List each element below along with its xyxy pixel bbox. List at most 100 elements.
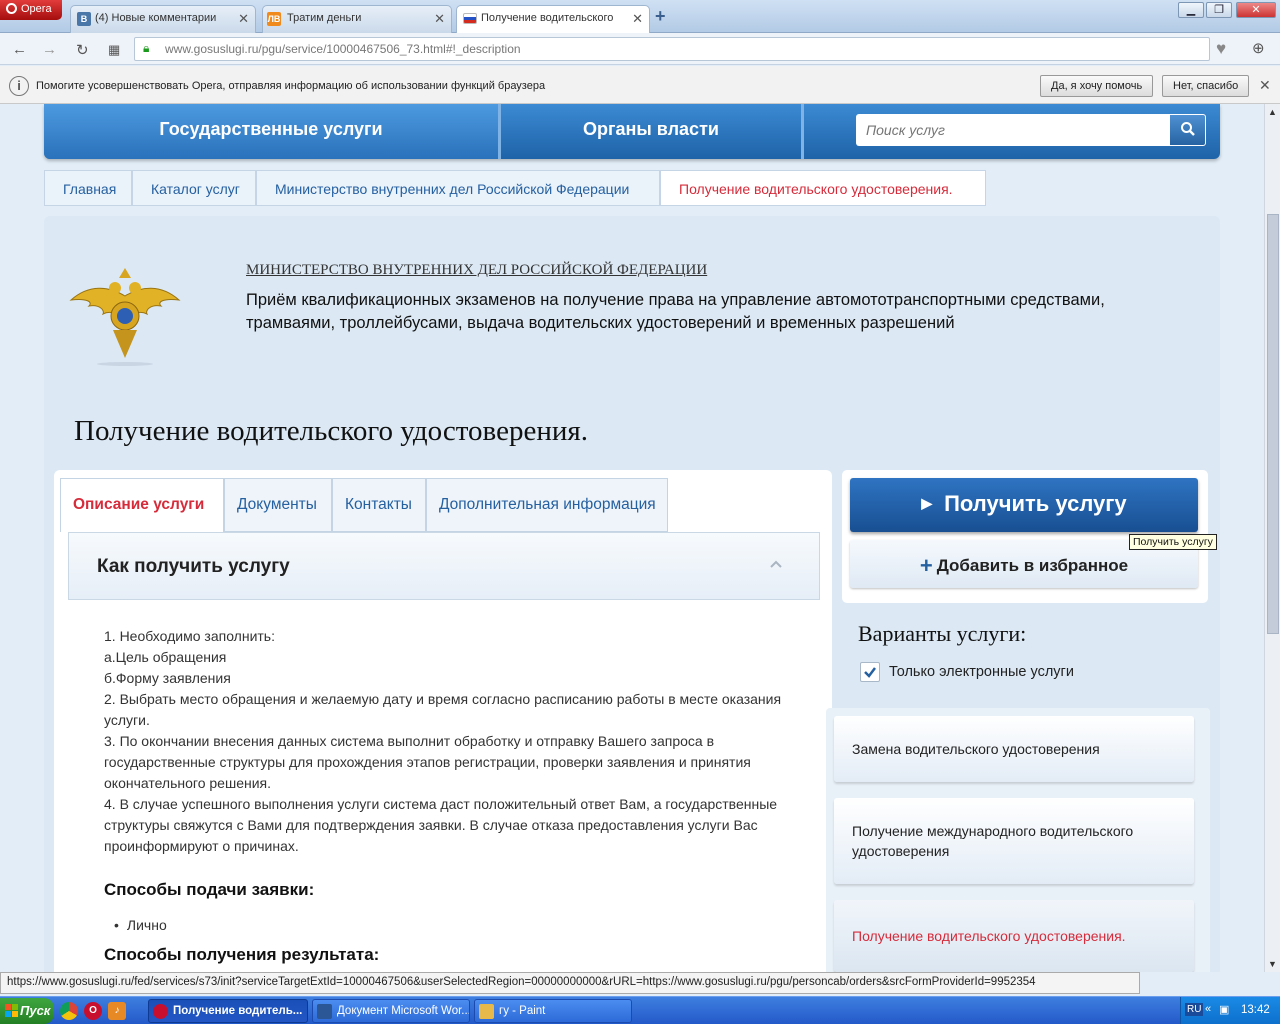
breadcrumb-current: Получение водительского удостоверения.: [660, 170, 986, 206]
play-arrow-icon: ▶: [921, 495, 933, 511]
plus-icon: +: [919, 553, 933, 578]
scroll-thumb[interactable]: [1267, 214, 1279, 634]
how-to-get-accordion[interactable]: Как получить услугу: [68, 532, 820, 600]
status-url: https://www.gosuslugi.ru/fed/services/s7…: [0, 972, 1140, 994]
tab-contacts[interactable]: Контакты: [332, 478, 426, 532]
ministry-description: Приём квалификационных экзаменов на полу…: [246, 291, 1105, 332]
task-label: Получение водитель...: [173, 1005, 303, 1017]
variant-current[interactable]: Получение водительского удостоверения.: [834, 900, 1194, 972]
add-favorite-label: Добавить в избранное: [936, 556, 1129, 575]
tab-additional-info[interactable]: Дополнительная информация: [426, 478, 668, 532]
vk-icon: В: [77, 12, 91, 26]
paint-icon: [479, 1004, 494, 1019]
secure-lock-icon: 🔒︎: [143, 41, 150, 55]
web-page: Государственные услуги Органы власти Гла…: [0, 104, 1264, 972]
get-service-button[interactable]: ▶ Получить услугу: [850, 478, 1198, 532]
step-text: 2. Выбрать место обращения и желаемую да…: [104, 691, 782, 728]
page-scrollbar[interactable]: ▲ ▼: [1264, 104, 1280, 972]
submit-methods-heading: Способы подачи заявки:: [104, 880, 315, 899]
search-icon: [1180, 122, 1195, 136]
task-paint[interactable]: гу - Paint: [474, 999, 632, 1023]
variants-list: Замена водительского удостоверения Получ…: [826, 708, 1210, 972]
url-text[interactable]: www.gosuslugi.ru/pgu/service/10000467506…: [165, 42, 521, 56]
address-field[interactable]: 🔒︎ www.gosuslugi.ru/pgu/service/10000467…: [134, 37, 1210, 61]
breadcrumb-home[interactable]: Главная: [44, 170, 132, 206]
minimize-window-icon[interactable]: ▁: [1178, 2, 1204, 18]
close-info-bar-icon[interactable]: ✕: [1259, 77, 1271, 94]
mvd-emblem-icon: [69, 268, 181, 366]
variant-international-license[interactable]: Получение международного водительского у…: [834, 798, 1194, 884]
language-indicator[interactable]: RU: [1185, 1003, 1204, 1016]
russia-flag-icon: [463, 13, 477, 24]
chrome-icon[interactable]: [60, 1002, 78, 1020]
task-label: Документ Microsoft Wor...: [337, 1005, 470, 1017]
steps-list: 1. Необходимо заполнить: а.Цель обращени…: [104, 626, 804, 857]
clock: 13:42: [1241, 1004, 1270, 1016]
download-icon[interactable]: ⊕: [1252, 39, 1265, 57]
only-electronic-label[interactable]: Только электронные услуги: [889, 664, 1074, 680]
back-icon[interactable]: ←: [12, 41, 27, 58]
network-icon[interactable]: ▣: [1219, 1003, 1229, 1016]
task-label: гу - Paint: [499, 1005, 546, 1017]
opera-menu-button[interactable]: Opera: [0, 0, 62, 20]
browser-tab-vk[interactable]: В (4) Новые комментарии ✕: [70, 5, 256, 33]
service-search-input[interactable]: [856, 114, 1170, 146]
start-button[interactable]: Пуск: [0, 998, 54, 1024]
description-panel: Описание услуги Документы Контакты Допол…: [54, 470, 832, 972]
start-label: Пуск: [20, 1003, 51, 1018]
heart-bookmark-icon[interactable]: ♥: [1216, 39, 1226, 59]
tab-documents[interactable]: Документы: [224, 478, 332, 532]
breadcrumb-ministry[interactable]: Министерство внутренних дел Российской Ф…: [256, 170, 660, 206]
browser-tab-gosuslugi[interactable]: Получение водительского ✕: [456, 5, 650, 34]
step-text: а.Цель обращения: [104, 649, 227, 665]
opera-icon[interactable]: O: [84, 1002, 102, 1020]
close-tab-icon[interactable]: ✕: [632, 11, 643, 27]
step-text: 4. В случае успешного выполнения услуги …: [104, 796, 778, 854]
info-accept-button[interactable]: Да, я хочу помочь: [1040, 75, 1154, 97]
opera-logo-icon: [6, 3, 17, 14]
new-tab-icon[interactable]: +: [655, 6, 666, 27]
windows-logo-icon: [5, 1004, 18, 1017]
ministry-link[interactable]: МИНИСТЕРСТВО ВНУТРЕННИХ ДЕЛ РОССИЙСКОЙ Ф…: [246, 262, 707, 279]
info-decline-button[interactable]: Нет, спасибо: [1162, 75, 1250, 97]
only-electronic-checkbox[interactable]: [860, 662, 880, 682]
tab-label: (4) Новые комментарии: [95, 12, 217, 24]
result-methods-heading: Способы получения результата:: [104, 945, 380, 964]
system-tray: RU « ▣ 13:42: [1180, 997, 1280, 1024]
tab-label: Тратим деньги: [287, 12, 362, 24]
scroll-down-icon[interactable]: ▼: [1268, 959, 1277, 969]
task-opera[interactable]: Получение водитель...: [148, 999, 308, 1023]
forward-icon[interactable]: →: [42, 41, 57, 58]
nav-state-services[interactable]: Государственные услуги: [44, 104, 498, 159]
media-icon[interactable]: ♪: [108, 1002, 126, 1020]
browser-tab-strip: Opera В (4) Новые комментарии ✕ ЛВ Трати…: [0, 0, 1280, 34]
scroll-up-icon[interactable]: ▲: [1268, 107, 1277, 117]
browser-tab-lj[interactable]: ЛВ Тратим деньги ✕: [262, 5, 452, 33]
tab-label: Получение водительского: [481, 12, 614, 24]
page-title: Получение водительского удостоверения.: [74, 415, 588, 447]
get-service-label: Получить услугу: [944, 491, 1127, 516]
accordion-title: Как получить услугу: [97, 556, 290, 577]
variant-replace-license[interactable]: Замена водительского удостоверения: [834, 716, 1194, 782]
close-tab-icon[interactable]: ✕: [434, 11, 445, 27]
chevron-up-icon[interactable]: [769, 557, 783, 571]
checkmark-icon: [864, 667, 876, 678]
maximize-window-icon[interactable]: ❐: [1206, 2, 1232, 18]
close-window-icon[interactable]: ✕: [1236, 2, 1276, 18]
tab-description[interactable]: Описание услуги: [60, 478, 224, 532]
close-tab-icon[interactable]: ✕: [238, 11, 249, 27]
search-button[interactable]: [1170, 114, 1206, 146]
opera-info-bar: i Помогите усовершенствовать Opera, отпр…: [0, 66, 1280, 104]
reload-icon[interactable]: ↻: [76, 41, 89, 59]
address-toolbar: ← → ↻ ▦ 🔒︎ www.gosuslugi.ru/pgu/service/…: [0, 33, 1280, 65]
tooltip: Получить услугу: [1129, 534, 1217, 550]
speed-dial-icon[interactable]: ▦: [108, 42, 120, 58]
tray-expand-icon[interactable]: «: [1205, 1003, 1211, 1015]
task-word[interactable]: Документ Microsoft Wor...: [312, 999, 470, 1023]
list-item: Лично: [114, 917, 167, 933]
word-icon: [317, 1004, 332, 1019]
breadcrumb-catalog[interactable]: Каталог услуг: [132, 170, 256, 206]
taskbar: Пуск O ♪ Получение водитель... Документ …: [0, 996, 1280, 1024]
nav-authorities[interactable]: Органы власти: [501, 104, 801, 159]
info-bar-text: Помогите усовершенствовать Opera, отправ…: [36, 80, 546, 92]
